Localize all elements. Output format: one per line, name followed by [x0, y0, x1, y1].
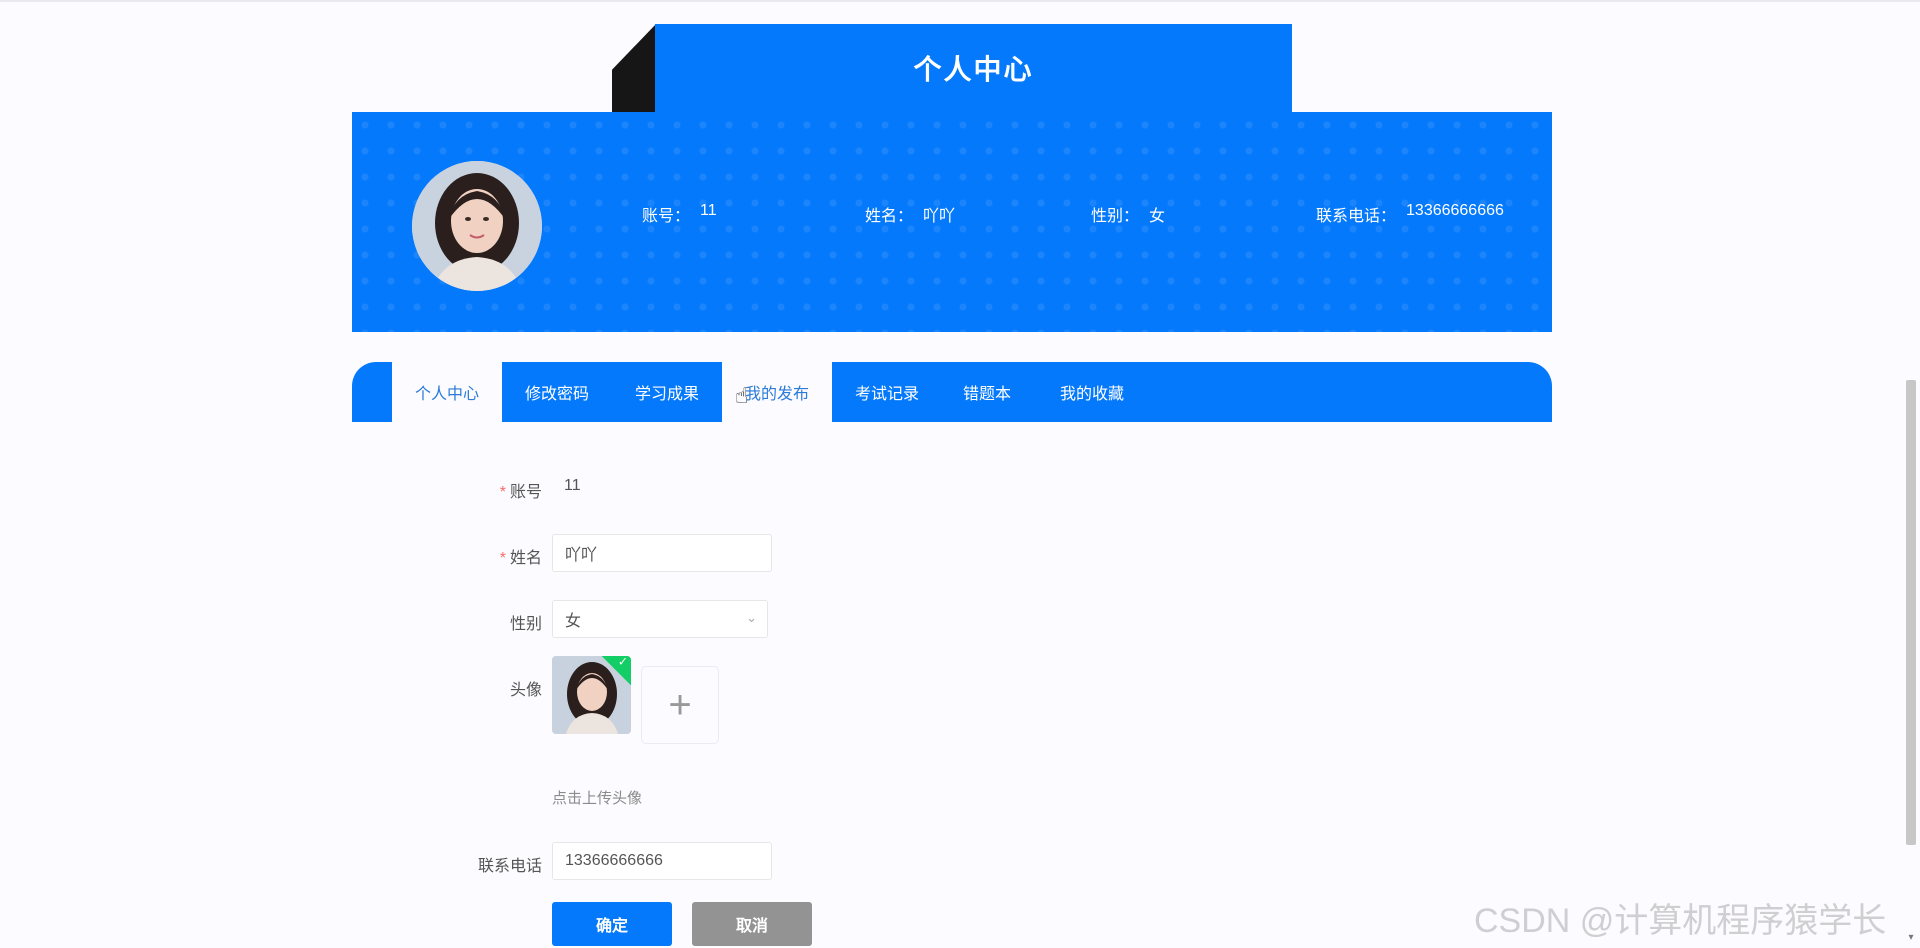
avatar: [412, 161, 542, 291]
avatar-thumbnail[interactable]: ✓: [552, 656, 631, 734]
required-mark: *: [499, 484, 506, 501]
profile-phone-value: 13366666666: [1406, 202, 1504, 219]
profile-banner: 账号： 11 姓名： 吖吖 性别： 女 联系电话： 13366666666: [352, 112, 1552, 332]
profile-name-value: 吖吖: [923, 208, 956, 225]
scrollbar[interactable]: [1906, 380, 1916, 845]
avatar-label: 头像: [509, 682, 542, 699]
gender-select-value: 女: [565, 613, 582, 630]
profile-account-value: 11: [700, 202, 717, 219]
check-icon: ✓: [617, 656, 628, 669]
tab-change-password[interactable]: 修改密码: [502, 362, 612, 422]
phone-input[interactable]: 13366666666: [552, 842, 772, 880]
account-value: 11: [564, 477, 581, 494]
tab-bar: 个人中心 修改密码 学习成果 我的发布 考试记录 错题本 我的收藏: [352, 362, 1552, 422]
tab-favorites[interactable]: 我的收藏: [1037, 362, 1147, 422]
account-label-text: 账号: [509, 484, 542, 501]
tab-personal-center[interactable]: 个人中心: [392, 362, 502, 422]
confirm-button[interactable]: 确定: [552, 902, 672, 946]
profile-phone: 联系电话： 13366666666: [1316, 202, 1504, 226]
profile-gender: 性别： 女: [1091, 202, 1165, 226]
watermark: CSDN @计算机程序猿学长: [1474, 902, 1887, 940]
page-title-banner: 个人中心: [612, 24, 1292, 112]
upload-avatar-tip: 点击上传头像: [552, 790, 643, 807]
profile-name: 姓名： 吖吖: [865, 202, 955, 226]
tab-wrong-questions[interactable]: 错题本: [932, 362, 1042, 422]
cancel-button[interactable]: 取消: [692, 902, 812, 946]
profile-name-label: 姓名：: [865, 208, 914, 225]
required-mark: *: [499, 550, 506, 567]
phone-label: 联系电话: [477, 858, 542, 875]
profile-gender-value: 女: [1149, 208, 1166, 225]
chevron-down-icon: ⌄: [746, 610, 757, 625]
avatar-photo: [412, 161, 542, 291]
tab-exam-records[interactable]: 考试记录: [832, 362, 942, 422]
account-label: * 账号: [390, 478, 542, 502]
profile-account: 账号： 11: [642, 202, 717, 226]
scroll-down-icon[interactable]: ▾: [1906, 932, 1916, 943]
hand-cursor-icon: ☝: [735, 383, 749, 408]
tab-learning-results[interactable]: 学习成果: [612, 362, 722, 422]
profile-phone-label: 联系电话：: [1316, 208, 1397, 225]
profile-account-label: 账号：: [642, 208, 691, 225]
page-title: 个人中心: [655, 24, 1292, 112]
top-border: [0, 0, 1920, 2]
title-fold-decoration: [612, 24, 656, 112]
upload-avatar-button[interactable]: +: [641, 666, 719, 744]
name-label: * 姓名: [390, 544, 542, 568]
gender-label: 性别: [509, 616, 542, 633]
name-label-text: 姓名: [509, 550, 542, 567]
profile-gender-label: 性别：: [1091, 208, 1140, 225]
plus-icon: +: [668, 682, 692, 727]
gender-select[interactable]: 女 ⌄: [552, 600, 768, 638]
name-input[interactable]: 吖吖: [552, 534, 772, 572]
